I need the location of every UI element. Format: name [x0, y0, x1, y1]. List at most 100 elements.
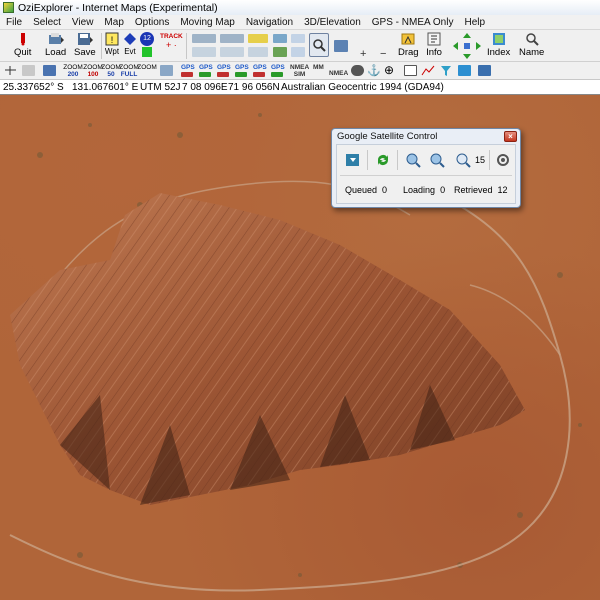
coordinate-bar: 25.337652° S 131.067601° E UTM 52J 7 08 … [0, 80, 600, 95]
gps-button-4[interactable]: GPS [235, 64, 249, 71]
menu-view[interactable]: View [72, 17, 94, 28]
toolbar2-icon-2[interactable] [22, 65, 35, 76]
save-icon [77, 33, 93, 45]
event-diamond-icon [124, 33, 136, 45]
settings-icon[interactable] [495, 152, 511, 168]
route-icon[interactable] [220, 34, 244, 43]
gps-button-6[interactable]: GPS [271, 64, 285, 71]
menu-bar: File Select View Map Options Moving Map … [0, 15, 600, 30]
draw-icon[interactable] [192, 47, 216, 57]
gps-button-1[interactable]: GPS [181, 64, 195, 71]
zoom-200-button[interactable]: ZOOM 200 [62, 64, 84, 78]
gps-marker-icon [199, 72, 211, 77]
secondary-toolbar: ZOOM 200 ZOOM 100 ZOOM 50 ZOOM FULL ZOOM GPS… [0, 62, 600, 80]
zoom-level-icon[interactable] [455, 152, 471, 168]
route-draw-2-icon[interactable] [220, 47, 244, 57]
funnel-icon[interactable] [440, 65, 452, 77]
info-label: Info [426, 47, 442, 58]
toolbar2-icon-3[interactable] [43, 65, 56, 76]
menu-select[interactable]: Select [33, 17, 61, 28]
event-button[interactable]: Evt [122, 30, 138, 56]
zoom-in-icon[interactable]: + [360, 48, 366, 60]
wpt-list-icon[interactable] [248, 34, 268, 43]
name-button[interactable]: Name [519, 30, 544, 58]
dialog-separator [367, 150, 368, 170]
route-draw-icon[interactable] [192, 34, 216, 43]
info-icon [427, 32, 441, 46]
compass-icon[interactable] [351, 65, 364, 76]
magnifier-button[interactable] [309, 33, 329, 57]
menu-moving-map[interactable]: Moving Map [180, 17, 234, 28]
toolbar2-icon-1[interactable] [4, 65, 17, 76]
menu-options[interactable]: Options [135, 17, 169, 28]
globe-icon[interactable] [458, 65, 471, 76]
dialog-title: Google Satellite Control [337, 131, 438, 142]
refresh-icon[interactable] [375, 152, 391, 168]
elevation-graph-icon[interactable] [421, 65, 435, 76]
event-label: Evt [124, 47, 136, 56]
waypoint-label: Wpt [104, 47, 120, 56]
gps-marker-icon [217, 72, 229, 77]
track-marker-icon: + · [165, 40, 177, 50]
zoom-out-tiles-icon[interactable] [405, 152, 421, 168]
map-layer-icon[interactable] [273, 47, 287, 57]
save-button[interactable]: Save [74, 30, 96, 58]
nmea-sim-button[interactable]: NMEA SIM [290, 64, 309, 78]
name-search-icon [525, 33, 539, 46]
quit-icon [20, 33, 25, 46]
longitude-value: 131.067601° E [72, 82, 139, 93]
easting-value: 7 08 096E [182, 82, 228, 93]
waypoint-button[interactable]: ! Wpt [104, 30, 120, 56]
gps-button-3[interactable]: GPS [217, 64, 231, 71]
track-button[interactable]: TRACK + · [160, 30, 183, 50]
target-icon[interactable]: ⊕ [384, 63, 394, 77]
map-window-icon[interactable] [478, 65, 491, 76]
load-label: Load [45, 47, 67, 58]
index-button[interactable]: Index [487, 30, 510, 58]
zoom-out-icon[interactable]: − [380, 48, 386, 60]
app-icon [3, 2, 14, 13]
event-count-badge: 12 [140, 32, 154, 46]
gps-marker-icon [271, 72, 283, 77]
window-icon[interactable] [334, 40, 348, 52]
nmea-button[interactable]: NMEA [329, 70, 348, 77]
info-button[interactable]: Info [426, 30, 442, 58]
utm-zone-value: UTM 52J [140, 82, 181, 93]
quit-button[interactable]: Quit [14, 30, 31, 58]
toolbar-separator [186, 33, 187, 59]
drag-icon [401, 33, 415, 45]
anchor-icon[interactable]: ⚓ [367, 64, 381, 77]
zoom-in-tiles-icon[interactable] [429, 152, 445, 168]
map-grid-icon[interactable] [273, 34, 287, 43]
menu-navigation[interactable]: Navigation [246, 17, 293, 28]
download-tiles-icon[interactable] [345, 152, 361, 168]
track-draw-icon[interactable] [248, 47, 268, 57]
dialog-separator [397, 150, 398, 170]
mm-button[interactable]: MM [313, 64, 324, 71]
menu-gps-nmea[interactable]: GPS - NMEA Only [372, 17, 454, 28]
drag-button[interactable]: Drag [398, 30, 419, 58]
green-square-icon [142, 47, 152, 57]
menu-help[interactable]: Help [464, 17, 485, 28]
load-button[interactable]: Load [45, 30, 66, 58]
index-icon [492, 33, 505, 45]
event-count-button[interactable]: 12 [140, 30, 154, 57]
gps-button-2[interactable]: GPS [199, 64, 213, 71]
northing-value: 71 96 056N [228, 82, 280, 93]
gps-button-5[interactable]: GPS [253, 64, 267, 71]
menu-3d-elevation[interactable]: 3D/Elevation [304, 17, 361, 28]
menu-map[interactable]: Map [104, 17, 123, 28]
retrieved-stat: Retrieved 12 [454, 185, 508, 195]
name-icon[interactable] [291, 34, 305, 43]
loading-stat: Loading 0 [403, 185, 446, 195]
chart-icon[interactable] [404, 65, 417, 76]
load-icon [48, 33, 64, 44]
one-icon[interactable] [291, 47, 305, 57]
zoom-custom-button[interactable]: ZOOM [136, 64, 158, 71]
pan-arrows-icon[interactable] [452, 32, 482, 60]
zoom-level-value: 15 [475, 155, 486, 165]
track-label: TRACK [160, 33, 183, 40]
close-button[interactable]: × [504, 131, 517, 142]
menu-file[interactable]: File [6, 17, 22, 28]
toolbar2-icon-4[interactable] [160, 65, 173, 76]
